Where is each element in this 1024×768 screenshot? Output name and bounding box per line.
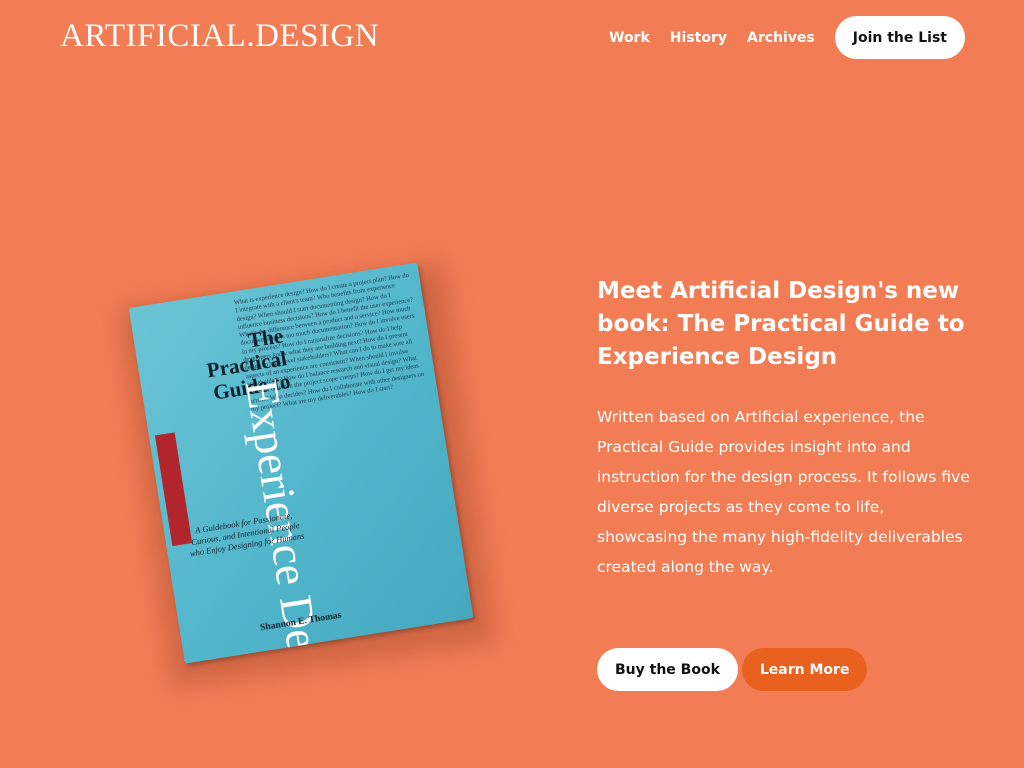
book-image: What is experience design? How do I crea… — [117, 261, 499, 690]
learn-more-button[interactable]: Learn More — [741, 648, 868, 691]
hero-actions: Buy the Book Learn More — [597, 648, 868, 691]
book-cover: What is experience design? How do I crea… — [128, 262, 474, 664]
hero-description: Written based on Artificial experience, … — [597, 408, 970, 576]
site-logo[interactable]: ARTIFICIAL.DESIGN — [60, 18, 379, 55]
main-nav: Work History Archives Join the List — [589, 16, 965, 59]
hero-headline: Meet Artificial Design's new book: The P… — [597, 278, 965, 370]
join-list-button[interactable]: Join the List — [834, 16, 965, 59]
nav-item-work[interactable]: Work — [609, 30, 650, 46]
buy-book-button[interactable]: Buy the Book — [597, 648, 738, 691]
nav-item-history[interactable]: History — [670, 30, 727, 46]
nav-item-archives[interactable]: Archives — [747, 30, 815, 46]
